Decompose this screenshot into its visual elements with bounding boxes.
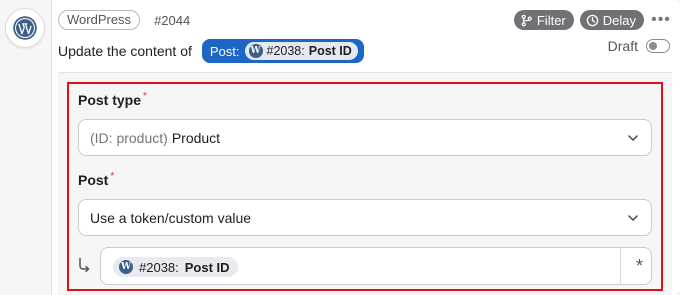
post-value: Use a token/custom value [90,209,252,226]
step-card: WordPress #2044 Filter Delay ••• Update … [0,0,680,295]
post-token-input[interactable]: W #2038: Post ID * [100,247,652,285]
more-icon[interactable]: ••• [650,12,672,28]
post-type-label-text: Post type [78,92,142,108]
draft-control: Draft [608,38,670,54]
post-token-name: Post ID [308,44,352,58]
post-label: Post * [78,171,115,188]
step-header: WordPress #2044 Filter Delay ••• [58,9,672,31]
divider [620,248,621,284]
required-mark: * [110,171,115,182]
delay-label: Delay [602,12,636,28]
chevron-down-icon [628,215,638,221]
filter-label: Filter [536,12,566,28]
wordpress-icon [5,8,45,48]
filter-button[interactable]: Filter [513,10,574,30]
token-chip-name: Post ID [184,259,230,275]
post-token-id: #2038: [266,44,305,58]
post-type-id: (ID: product) [90,129,168,146]
post-id-token-chip[interactable]: W #2038: Post ID [113,257,238,277]
link-icon [79,257,90,273]
clock-icon [586,14,599,26]
wordpress-icon: W [248,44,263,58]
post-token[interactable]: Post: W #2038: Post ID [201,39,364,63]
token-chip-id: #2038: [139,259,179,275]
post-token-prefix: Post: [209,43,240,59]
post-token-ref: W #2038: Post ID [244,42,358,60]
post-token-row: W #2038: Post ID * [74,247,652,285]
required-mark: * [143,91,147,102]
asterisk-icon[interactable]: * [636,256,643,277]
step-description: Update the content of Post: W #2038: Pos… [58,38,364,64]
step-id: #2044 [154,12,191,28]
description-text: Update the content of [58,43,192,59]
wordpress-icon: W [119,260,133,274]
delay-button[interactable]: Delay [579,10,644,30]
draft-label: Draft [607,38,638,54]
post-type-label: Post type * [78,91,147,108]
filter-icon [521,14,532,26]
draft-toggle[interactable] [646,39,670,53]
app-badge[interactable]: WordPress [58,10,141,30]
post-select[interactable]: Use a token/custom value [78,199,652,236]
step-actions: Filter Delay ••• [513,10,672,30]
post-type-select[interactable]: (ID: product) Product [78,119,652,156]
chevron-down-icon [628,135,638,141]
post-label-text: Post [78,172,109,188]
post-type-value: Product [171,129,221,146]
